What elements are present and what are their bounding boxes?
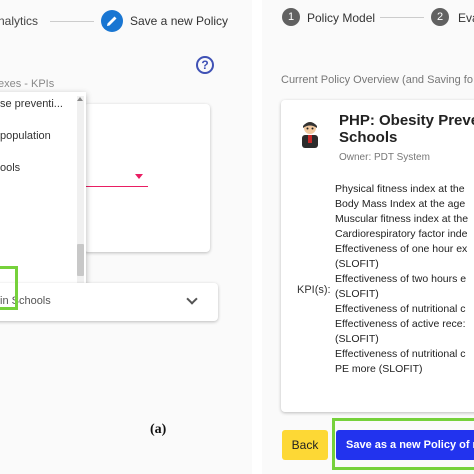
stepper-step2-label: Save a new Policy xyxy=(130,14,229,28)
overview-title: Current Policy Overview (and Saving fo xyxy=(281,74,473,86)
stepper-step1-circle: 1 xyxy=(282,8,300,26)
policy-owner: Owner: PDT System xyxy=(339,152,430,163)
right-panel: 1 Policy Model 2 Eva Current Policy Over… xyxy=(262,0,474,474)
highlight-box xyxy=(0,266,18,310)
help-icon[interactable]: ? xyxy=(196,56,214,74)
kpi-item: Effectiveness of nutritional c xyxy=(335,303,466,315)
back-button[interactable]: Back xyxy=(282,430,328,460)
kpi-item: (SLOFIT) xyxy=(335,258,379,270)
kpi-item: Physical fitness index at the xyxy=(335,183,465,195)
stepper-connector xyxy=(50,21,94,22)
stepper-connector xyxy=(380,17,424,18)
select-underline xyxy=(86,186,148,187)
policy-title-line1: PHP: Obesity Preve xyxy=(339,112,474,129)
figure-caption: (a) xyxy=(150,422,167,437)
panel-divider xyxy=(252,0,262,474)
policy-expansion-panel[interactable]: in Schools xyxy=(0,283,218,321)
policy-card: PHP: Obesity Preve Schools Owner: PDT Sy… xyxy=(281,100,474,412)
kpi-item: Body Mass Index at the age xyxy=(335,198,466,210)
avatar-icon xyxy=(302,122,318,148)
policy-title-line2: Schools xyxy=(339,129,398,146)
chevron-down-icon[interactable] xyxy=(186,293,198,305)
kpi-item: Muscular fitness index at the xyxy=(335,213,469,225)
scroll-up-icon[interactable] xyxy=(77,97,83,101)
kpi-list: Physical fitness index at the Body Mass … xyxy=(335,182,468,377)
dropdown-option[interactable]: population xyxy=(0,130,51,142)
stepper-step2-label: Eva xyxy=(458,11,474,25)
kpis-label: KPI(s): xyxy=(297,284,331,296)
pencil-icon xyxy=(101,10,123,32)
kpi-card xyxy=(84,104,210,252)
kpi-item: PE more (SLOFIT) xyxy=(335,363,423,375)
stepper-step2-circle: 2 xyxy=(431,8,449,26)
kpi-item: (SLOFIT) xyxy=(335,288,379,300)
left-panel: nalytics Save a new Policy ? exes - KPIs… xyxy=(0,0,252,474)
kpi-field-label: exes - KPIs xyxy=(0,78,55,90)
dropdown-scroll-thumb[interactable] xyxy=(77,244,84,276)
kpi-item: Effectiveness of two hours e xyxy=(335,273,467,285)
select-arrow-icon[interactable] xyxy=(135,174,143,179)
highlight-box xyxy=(332,418,474,470)
dropdown-option[interactable]: ools xyxy=(0,162,20,174)
stepper-step1-label: nalytics xyxy=(0,14,39,28)
dropdown-option[interactable]: se preventi... xyxy=(0,98,63,110)
kpi-item: (SLOFIT) xyxy=(335,333,379,345)
kpi-item: Effectiveness of active rece: xyxy=(335,318,466,330)
kpi-item: Effectiveness of one hour ex xyxy=(335,243,468,255)
kpi-item: Effectiveness of nutritional c xyxy=(335,348,466,360)
kpi-item: Cardiorespiratory factor inde xyxy=(335,228,468,240)
policy-title: PHP: Obesity Preve Schools xyxy=(339,112,474,146)
stepper-step1-label: Policy Model xyxy=(307,11,376,25)
